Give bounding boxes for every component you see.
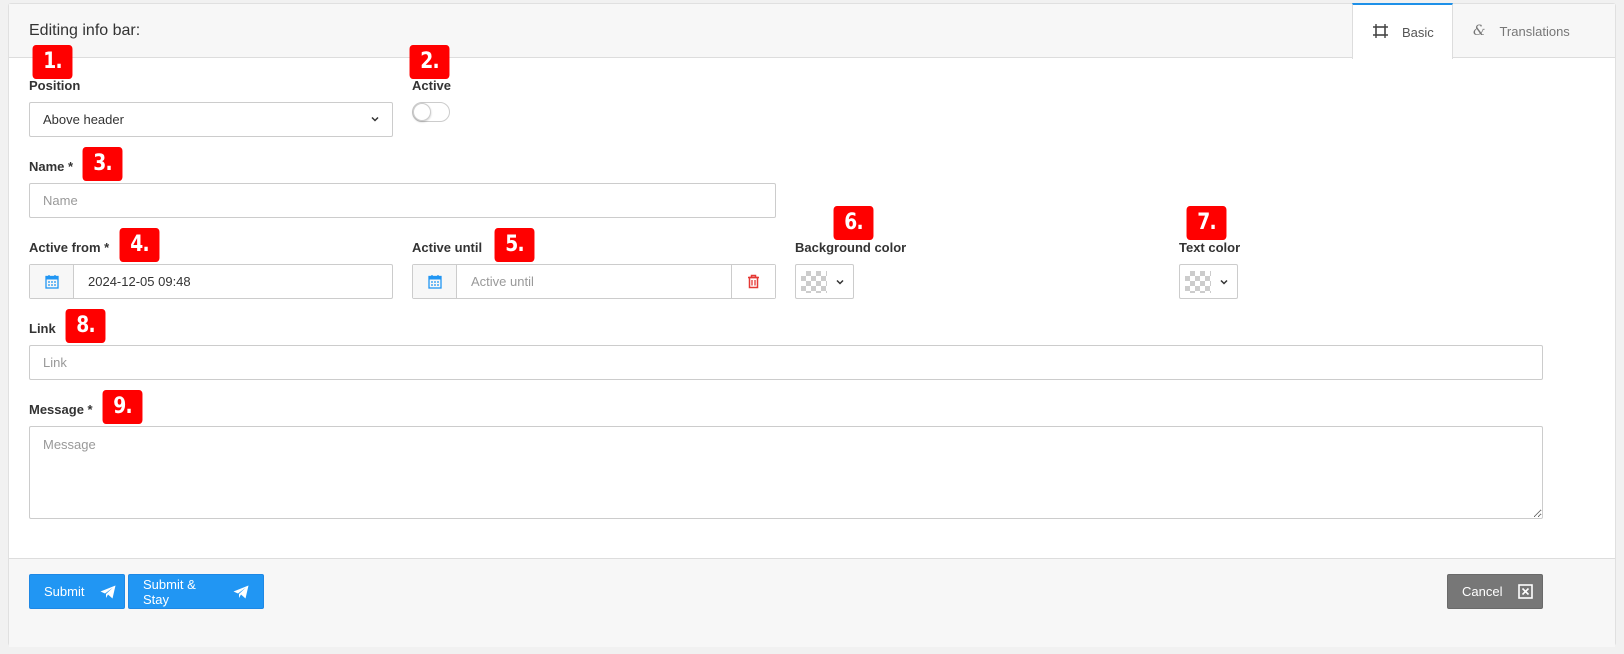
paper-plane-icon: [100, 585, 116, 599]
tab-basic-label: Basic: [1402, 24, 1434, 40]
name-label: Name *: [29, 159, 74, 174]
close-box-icon: [1518, 584, 1534, 599]
active-until-label: Active until: [412, 240, 483, 255]
position-select[interactable]: Above header: [29, 102, 393, 137]
annotation-badge-6: 6.: [833, 206, 874, 240]
calendar-icon: [427, 275, 442, 289]
toggle-knob: [413, 103, 431, 121]
edit-panel: Editing info bar: Basic & Translations 1…: [8, 3, 1617, 647]
active-from-input[interactable]: 2024-12-05 09:48: [74, 265, 392, 298]
panel-header: Editing info bar: Basic & Translations: [9, 3, 1617, 59]
position-label: Position: [29, 78, 81, 93]
cancel-button-label: Cancel: [1462, 584, 1503, 599]
cancel-button[interactable]: Cancel: [1447, 574, 1543, 609]
tab-translations[interactable]: & Translations: [1453, 4, 1617, 58]
calendar-button[interactable]: [413, 265, 457, 298]
tab-basic[interactable]: Basic: [1352, 3, 1453, 59]
calendar-icon: [44, 275, 59, 289]
annotation-badge-5: 5.: [494, 228, 535, 262]
active-from-label: Active from *: [29, 240, 110, 255]
submit-and-stay-button[interactable]: Submit & Stay: [128, 574, 264, 609]
text-color-label: Text color: [1179, 240, 1241, 255]
annotation-badge-1: 1.: [32, 45, 73, 79]
ampersand-icon: &: [1473, 23, 1486, 39]
annotation-badge-8: 8.: [65, 309, 106, 343]
submit-button-label: Submit: [44, 584, 85, 599]
position-select-value: Above header: [43, 112, 124, 127]
text-color-picker[interactable]: [1179, 264, 1238, 299]
link-label: Link: [29, 321, 56, 336]
frame-icon: [1373, 23, 1388, 41]
trash-icon: [748, 274, 759, 289]
transparent-swatch: [801, 271, 827, 293]
chevron-down-icon: [371, 116, 379, 122]
chevron-down-icon: [836, 279, 844, 285]
active-until-input[interactable]: Active until: [457, 265, 731, 298]
link-input[interactable]: Link: [29, 345, 1543, 380]
page-title: Editing info bar:: [29, 22, 141, 39]
background-color-picker[interactable]: [795, 264, 854, 299]
clear-date-button[interactable]: [731, 265, 775, 298]
submit-and-stay-button-label: Submit & Stay: [143, 576, 196, 607]
calendar-button[interactable]: [30, 265, 74, 298]
message-textarea[interactable]: [29, 426, 1543, 519]
annotation-badge-9: 9.: [102, 390, 143, 424]
annotation-badge-7: 7.: [1186, 206, 1227, 240]
annotation-badge-2: 2.: [409, 45, 450, 79]
active-label: Active: [412, 78, 452, 93]
annotation-badge-3: 3.: [82, 147, 123, 181]
form-footer: Submit Submit & Stay Cancel: [9, 558, 1615, 647]
tab-translations-label: Translations: [1499, 23, 1570, 39]
background-color-label: Background color: [795, 240, 907, 255]
active-toggle[interactable]: [412, 102, 450, 122]
transparent-swatch: [1185, 271, 1211, 293]
chevron-down-icon: [1220, 279, 1228, 285]
name-input[interactable]: Name: [29, 183, 776, 218]
active-from-group: 2024-12-05 09:48: [29, 264, 393, 299]
active-until-group: Active until: [412, 264, 776, 299]
paper-plane-icon: [233, 585, 249, 599]
message-label: Message *: [29, 402, 93, 417]
submit-button[interactable]: Submit: [29, 574, 125, 609]
annotation-badge-4: 4.: [119, 228, 160, 262]
